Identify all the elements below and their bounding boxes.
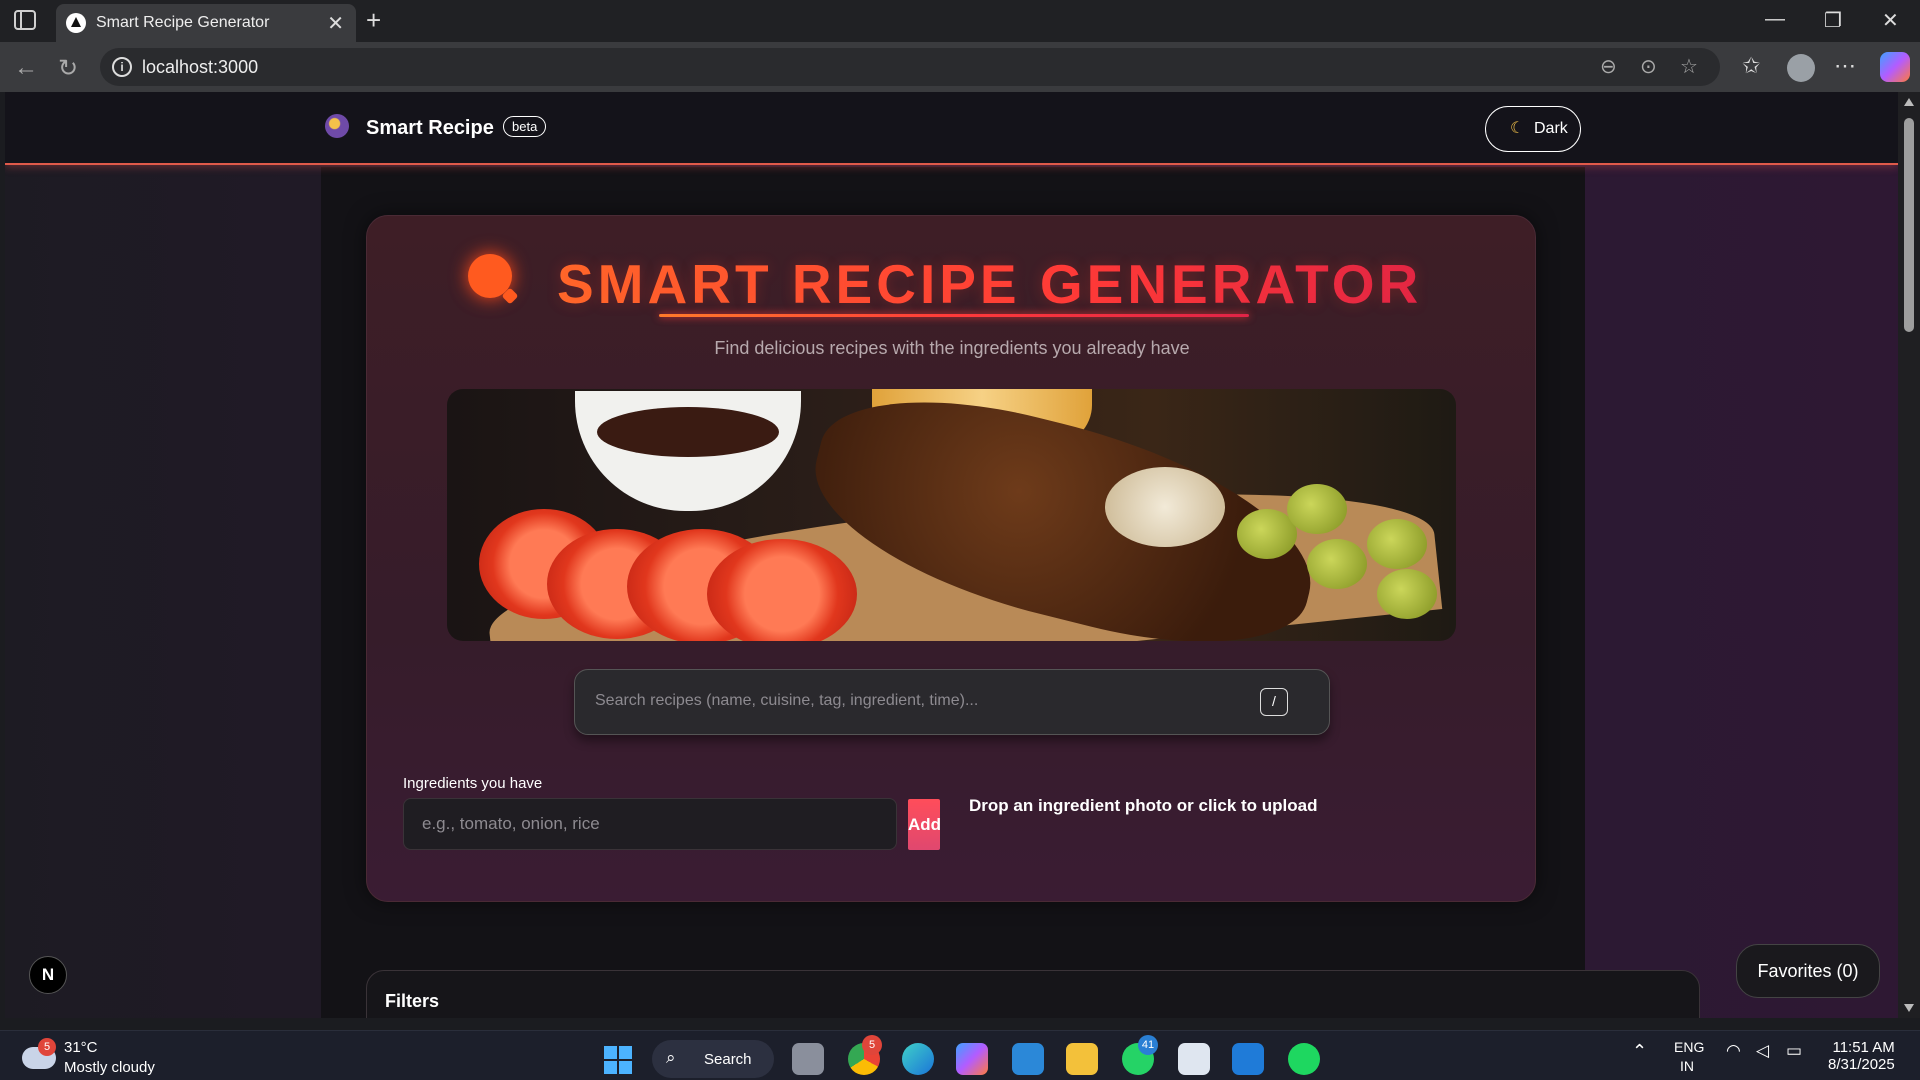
copilot-icon[interactable] — [1880, 52, 1910, 82]
info-icon[interactable]: i — [112, 57, 132, 77]
search-icon: ⌕ — [666, 1048, 676, 1067]
restore-icon[interactable]: ❐ — [1824, 8, 1842, 33]
window-close-icon[interactable]: ✕ — [1882, 8, 1899, 33]
browser-tab[interactable]: Smart Recipe Generator ✕ — [56, 4, 356, 42]
nextjs-dev-badge[interactable]: N — [29, 956, 67, 994]
page-viewport: Smart Recipe beta ☾ Dark SMART RECIPE GE… — [5, 92, 1898, 1018]
ingredients-label: Ingredients you have — [403, 775, 543, 792]
search-logo-icon — [325, 114, 349, 138]
chrome-badge: 5 — [862, 1035, 882, 1055]
reload-icon[interactable]: ↻ — [58, 54, 78, 83]
language-eng[interactable]: ENG — [1674, 1039, 1704, 1055]
notepad-icon[interactable] — [1178, 1043, 1210, 1075]
reader-icon[interactable]: ⊙ — [1640, 54, 1657, 79]
star-icon[interactable]: ☆ — [1680, 54, 1698, 79]
search-logo-icon — [468, 254, 519, 305]
sidebar-toggle-icon[interactable] — [14, 10, 36, 30]
temperature[interactable]: 31°C — [64, 1039, 98, 1056]
title-underline — [659, 314, 1249, 317]
scrollbar-thumb[interactable] — [1904, 118, 1914, 332]
page-subtitle: Find delicious recipes with the ingredie… — [714, 338, 1190, 358]
windows-taskbar: 5 31°C Mostly cloudy ⌕ Search 5 41 ⌃ ENG… — [0, 1030, 1920, 1080]
url-text: localhost:3000 — [142, 57, 259, 77]
hero-food-image — [447, 389, 1456, 641]
moon-icon: ☾ — [1510, 120, 1525, 137]
taskbar-search-label: Search — [704, 1051, 752, 1068]
theme-toggle-button[interactable]: ☾ Dark — [1485, 106, 1581, 152]
ingredient-placeholder: e.g., tomato, onion, rice — [422, 814, 600, 833]
taskbar-search[interactable]: ⌕ Search — [652, 1040, 774, 1078]
wifi-icon[interactable]: ◠ — [1726, 1041, 1741, 1061]
tab-title: Smart Recipe Generator — [96, 14, 270, 31]
profile-icon[interactable] — [1787, 54, 1815, 82]
page-scrollbar[interactable] — [1898, 92, 1920, 1018]
favorites-icon[interactable]: ✩ — [1742, 53, 1760, 79]
filters-title: Filters — [385, 991, 440, 1011]
page-title: SMART RECIPE GENERATOR — [557, 253, 1423, 315]
scroll-down-icon[interactable] — [1904, 1004, 1914, 1012]
plus-icon[interactable]: + — [366, 5, 381, 36]
theme-toggle-label: Dark — [1534, 120, 1568, 137]
vscode-icon[interactable] — [1232, 1043, 1264, 1075]
favorites-button[interactable]: Favorites (0) — [1736, 944, 1880, 998]
chevron-up-icon[interactable]: ⌃ — [1632, 1041, 1647, 1062]
copilot-app-icon[interactable] — [956, 1043, 988, 1075]
tab-favicon-icon — [66, 13, 86, 33]
search-shortcut-key: / — [1260, 688, 1288, 716]
clock-time: 11:51 AM — [1832, 1039, 1895, 1056]
close-icon[interactable]: ✕ — [327, 11, 344, 36]
language-in[interactable]: IN — [1680, 1058, 1694, 1074]
store-icon[interactable] — [1012, 1043, 1044, 1075]
zoom-out-icon[interactable]: ⊖ — [1600, 54, 1617, 79]
windows-icon[interactable] — [604, 1046, 632, 1074]
recipe-search-input[interactable]: Search recipes (name, cuisine, tag, ingr… — [574, 669, 1330, 735]
url-field[interactable]: i localhost:3000 ⊖ ⊙ ☆ — [100, 48, 1720, 86]
back-icon[interactable]: ← — [14, 54, 38, 82]
hero-card: SMART RECIPE GENERATOR Find delicious re… — [366, 215, 1536, 902]
browser-tab-bar: Smart Recipe Generator ✕ + — ❐ ✕ — [0, 0, 1920, 42]
top-navigation: Smart Recipe beta ☾ Dark — [5, 92, 1898, 165]
photo-upload-dropzone[interactable]: Drop an ingredient photo or click to upl… — [969, 796, 1318, 816]
weather-condition[interactable]: Mostly cloudy — [64, 1059, 155, 1076]
ingredient-input[interactable]: e.g., tomato, onion, rice — [403, 798, 897, 850]
volume-icon[interactable]: ◁ — [1756, 1041, 1769, 1061]
battery-icon[interactable]: ▭ — [1786, 1041, 1802, 1061]
more-icon[interactable]: ⋯ — [1834, 53, 1856, 79]
task-view-icon[interactable] — [792, 1043, 824, 1075]
spotify-icon[interactable] — [1288, 1043, 1320, 1075]
scroll-up-icon[interactable] — [1904, 98, 1914, 106]
weather-badge: 5 — [38, 1038, 56, 1056]
minimize-icon[interactable]: — — [1765, 8, 1785, 31]
address-bar-row: ← ↻ i localhost:3000 ⊖ ⊙ ☆ ✩ ⋯ — [0, 42, 1920, 92]
filters-panel: Filters — [366, 970, 1700, 1018]
whatsapp-badge: 41 — [1138, 1035, 1158, 1055]
search-placeholder: Search recipes (name, cuisine, tag, ingr… — [595, 692, 979, 709]
edge-icon[interactable] — [902, 1043, 934, 1075]
system-clock[interactable]: 11:51 AM 8/31/2025 — [1828, 1039, 1895, 1073]
clock-date: 8/31/2025 — [1828, 1056, 1895, 1073]
brand-name[interactable]: Smart Recipe — [366, 117, 494, 140]
beta-badge: beta — [503, 116, 547, 137]
folder-icon[interactable] — [1066, 1043, 1098, 1075]
add-ingredient-button[interactable]: Add — [908, 799, 941, 850]
